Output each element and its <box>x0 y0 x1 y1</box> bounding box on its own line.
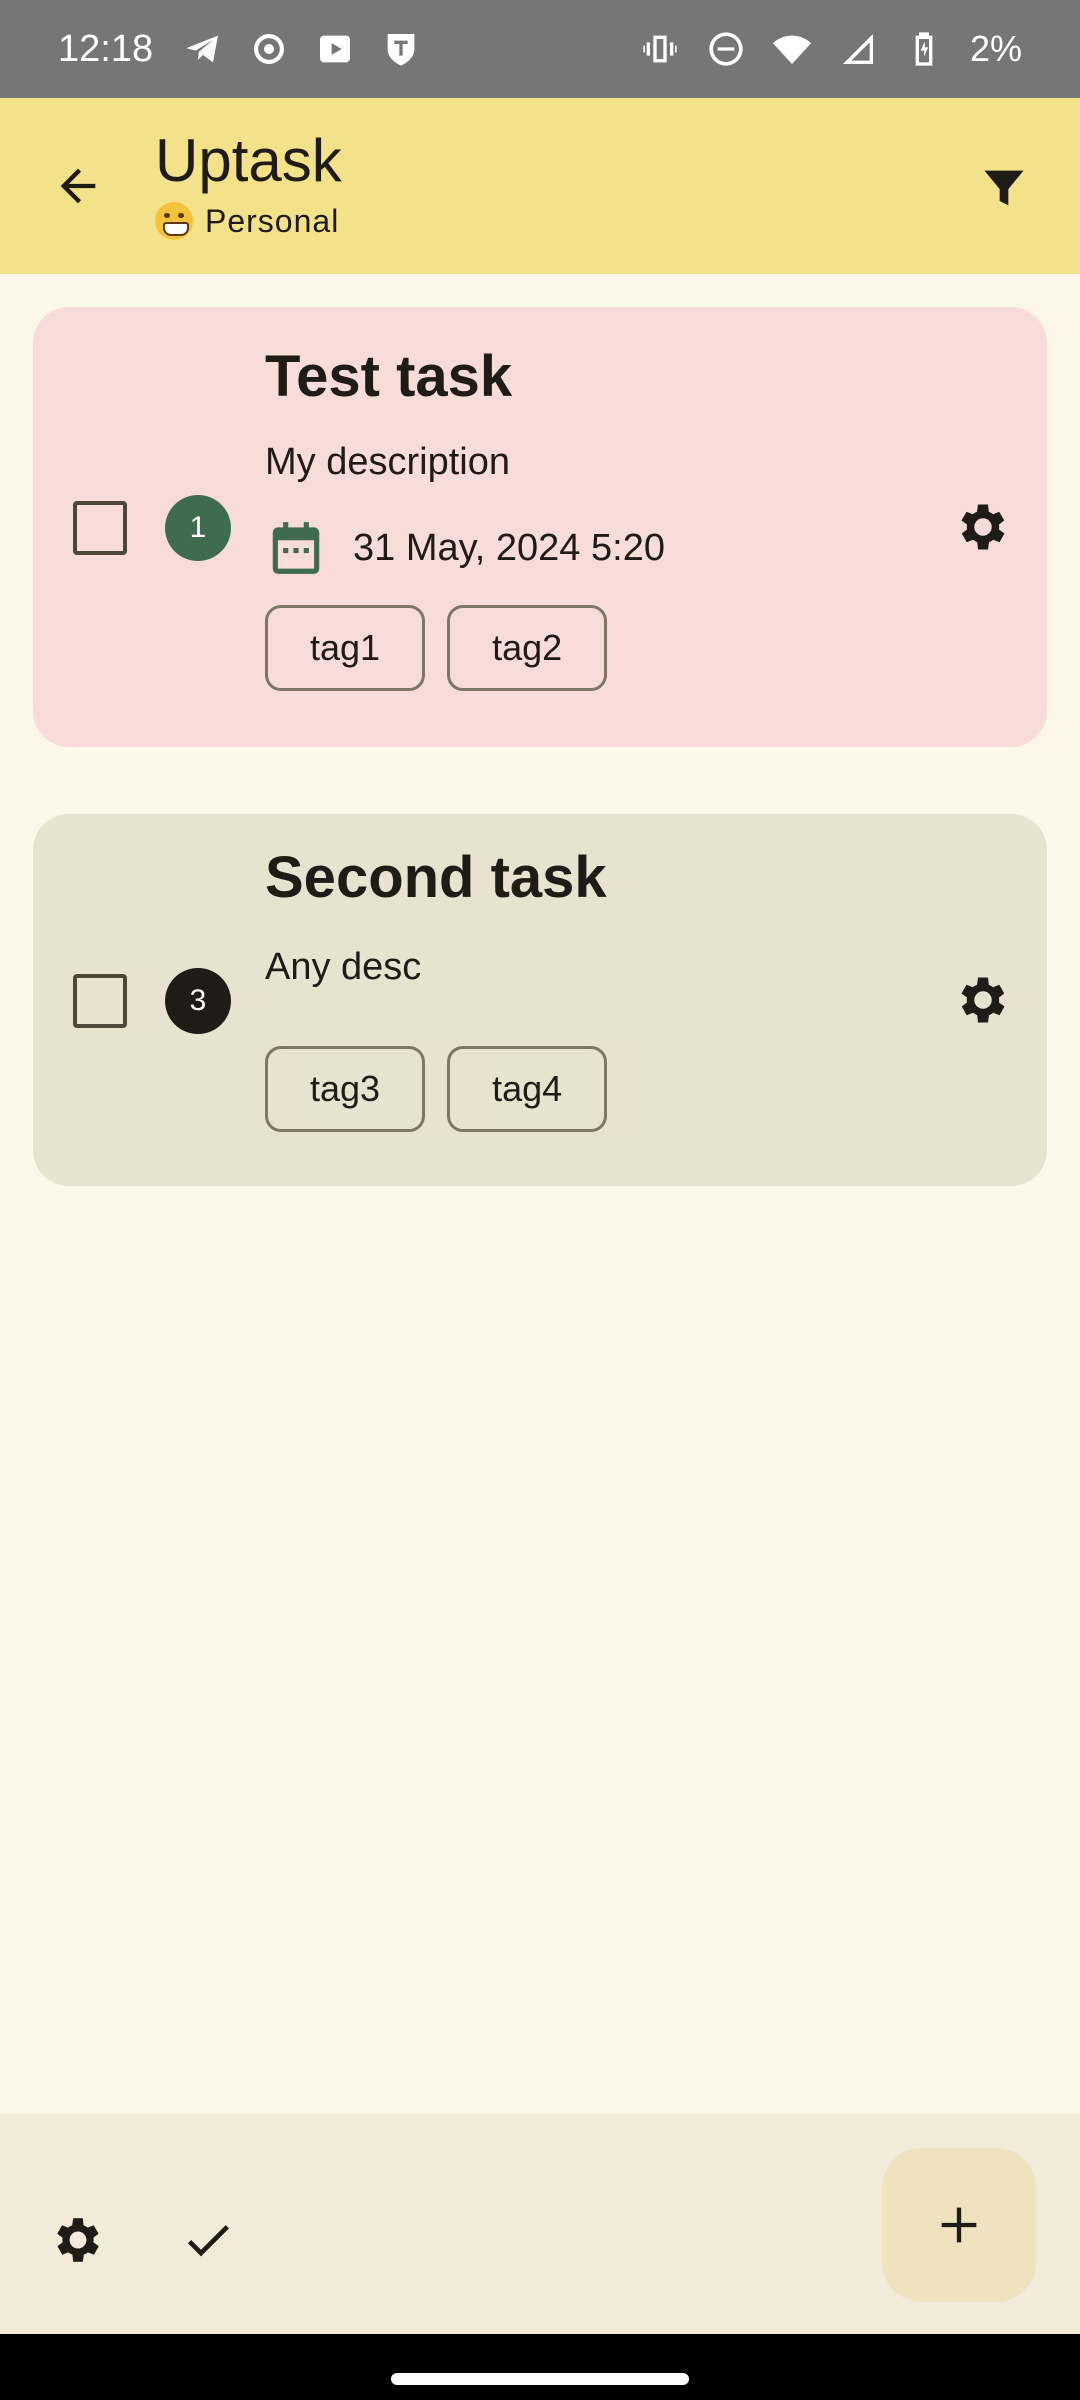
task-card[interactable]: 1 Test task My description 31 May, 2024 … <box>33 307 1047 747</box>
gear-icon <box>961 977 1005 1023</box>
show-completed-button[interactable] <box>170 2202 246 2278</box>
task-title: Second task <box>265 845 607 910</box>
tag-chip[interactable]: tag3 <box>265 1046 426 1132</box>
status-left: 12:18 <box>58 28 421 71</box>
telegram-icon <box>183 29 223 69</box>
task-description: My description <box>265 441 510 483</box>
task-checkbox[interactable] <box>73 974 127 1028</box>
filter-button[interactable] <box>964 148 1044 228</box>
wifi-icon <box>772 29 812 69</box>
priority-badge: 1 <box>165 495 231 561</box>
do-not-disturb-icon <box>706 29 746 69</box>
battery-percent: 2% <box>969 28 1022 69</box>
tag-chip[interactable]: tag4 <box>447 1046 608 1132</box>
youtube-icon <box>315 29 355 69</box>
battery-charging-icon <box>904 29 944 69</box>
task-checkbox[interactable] <box>73 501 127 555</box>
vibrate-icon <box>640 29 680 69</box>
gesture-nav-bar <box>0 2334 1080 2400</box>
filter-icon <box>984 170 1024 206</box>
task-settings-button[interactable] <box>947 964 1019 1036</box>
back-button[interactable] <box>40 148 116 224</box>
app-bar: Uptask Personal <box>0 98 1080 274</box>
arrow-back-icon <box>60 168 96 204</box>
status-bar: 12:18 2% <box>0 0 1080 98</box>
add-task-button[interactable] <box>882 2148 1036 2302</box>
tag-list: tag3 tag4 <box>265 1046 608 1132</box>
project-name: Personal <box>205 202 340 239</box>
grinning-face-emoji-icon <box>155 202 193 240</box>
tag-chip[interactable]: tag2 <box>447 605 608 691</box>
task-card[interactable]: 3 Second task Any desc tag3 tag4 <box>33 814 1047 1186</box>
shield-icon <box>381 29 421 69</box>
status-time: 12:18 <box>58 27 154 70</box>
due-date-row: 31 May, 2024 5:20 <box>265 517 665 579</box>
tag-list: tag1 tag2 <box>265 605 608 691</box>
plus-icon <box>941 2207 977 2243</box>
signal-icon <box>838 29 878 69</box>
tag-chip[interactable]: tag1 <box>265 605 426 691</box>
status-right: 2% <box>640 28 1022 70</box>
priority-badge: 3 <box>165 968 231 1034</box>
task-description: Any desc <box>265 946 422 988</box>
due-date: 31 May, 2024 5:20 <box>353 526 665 569</box>
gear-icon <box>57 2218 99 2262</box>
settings-button[interactable] <box>40 2202 116 2278</box>
check-icon <box>187 2225 229 2257</box>
title-block: Uptask Personal <box>155 126 342 240</box>
record-icon <box>249 29 289 69</box>
project-subtitle: Personal <box>155 202 342 240</box>
page-title: Uptask <box>155 127 342 194</box>
bottom-app-bar <box>0 2114 1080 2334</box>
gear-icon <box>961 504 1005 550</box>
calendar-icon <box>272 522 320 574</box>
home-gesture-handle[interactable] <box>391 2373 689 2385</box>
task-settings-button[interactable] <box>947 491 1019 563</box>
task-title: Test task <box>265 344 513 409</box>
